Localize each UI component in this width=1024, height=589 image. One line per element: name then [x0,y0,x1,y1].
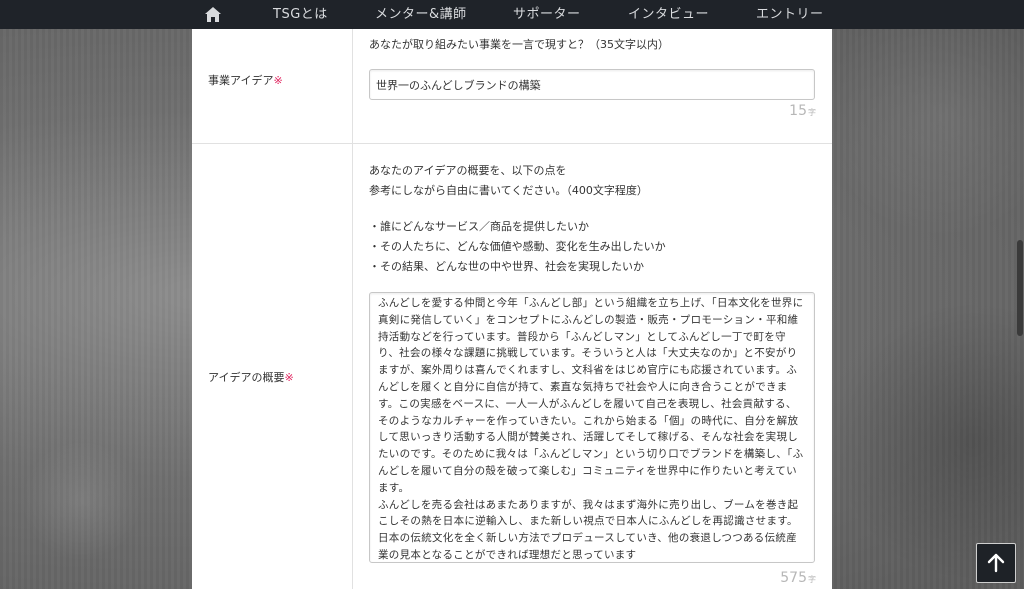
business-idea-char-count: 15字 [789,103,816,119]
home-icon[interactable] [204,6,222,23]
idea-summary-count-unit: 字 [808,575,816,584]
idea-summary-instruction-line: 参考にしながら自由に書いてください。（400文字程度） [369,184,648,197]
business-idea-count-value: 15 [789,103,807,119]
nav-item-mentors[interactable]: メンター&講師 [375,0,467,29]
idea-summary-instruction-line: ・誰にどんなサービス／商品を提供したいか [369,220,589,233]
nav-item-about[interactable]: TSGとは [273,0,328,29]
nav-item-interview[interactable]: インタビュー [628,0,709,29]
idea-summary-count-value: 575 [780,570,807,586]
arrow-up-icon [987,553,1005,573]
nav-item-entry[interactable]: エントリー [756,0,824,29]
idea-summary-label: アイデアの概要※ [208,369,294,385]
business-idea-instruction: あなたが取り組みたい事業を一言で現すと？（35文字以内） [369,38,669,51]
idea-summary-instruction-line: あなたのアイデアの概要を、以下の点を [369,164,567,177]
column-divider [352,29,353,589]
row-divider [192,143,832,144]
top-navbar: TSGとは メンター&講師 サポーター インタビュー エントリー [0,0,1024,29]
business-idea-label-text: 事業アイデア [208,74,274,87]
idea-summary-textarea[interactable]: ふんどしを愛する仲間と今年「ふんどし部」という組織を立ち上げ、「日本文化を世界に… [369,292,815,563]
idea-summary-instruction-line: ・その結果、どんな世の中や世界、社会を実現したいか [369,260,644,273]
business-idea-input[interactable] [369,69,815,100]
nav-item-supporters[interactable]: サポーター [513,0,581,29]
required-mark: ※ [273,74,283,87]
idea-summary-label-text: アイデアの概要 [208,371,285,384]
scroll-to-top-button[interactable] [976,543,1016,583]
idea-summary-char-count: 575字 [780,570,816,586]
scrollbar-thumb[interactable] [1017,240,1023,336]
business-idea-label: 事業アイデア※ [208,72,283,88]
entry-form-panel: 事業アイデア※ あなたが取り組みたい事業を一言で現すと？（35文字以内） 15字… [192,29,832,589]
idea-summary-instruction-line: ・その人たちに、どんな価値や感動、変化を生み出したいか [369,240,666,253]
business-idea-count-unit: 字 [808,108,816,117]
required-mark: ※ [284,371,294,384]
